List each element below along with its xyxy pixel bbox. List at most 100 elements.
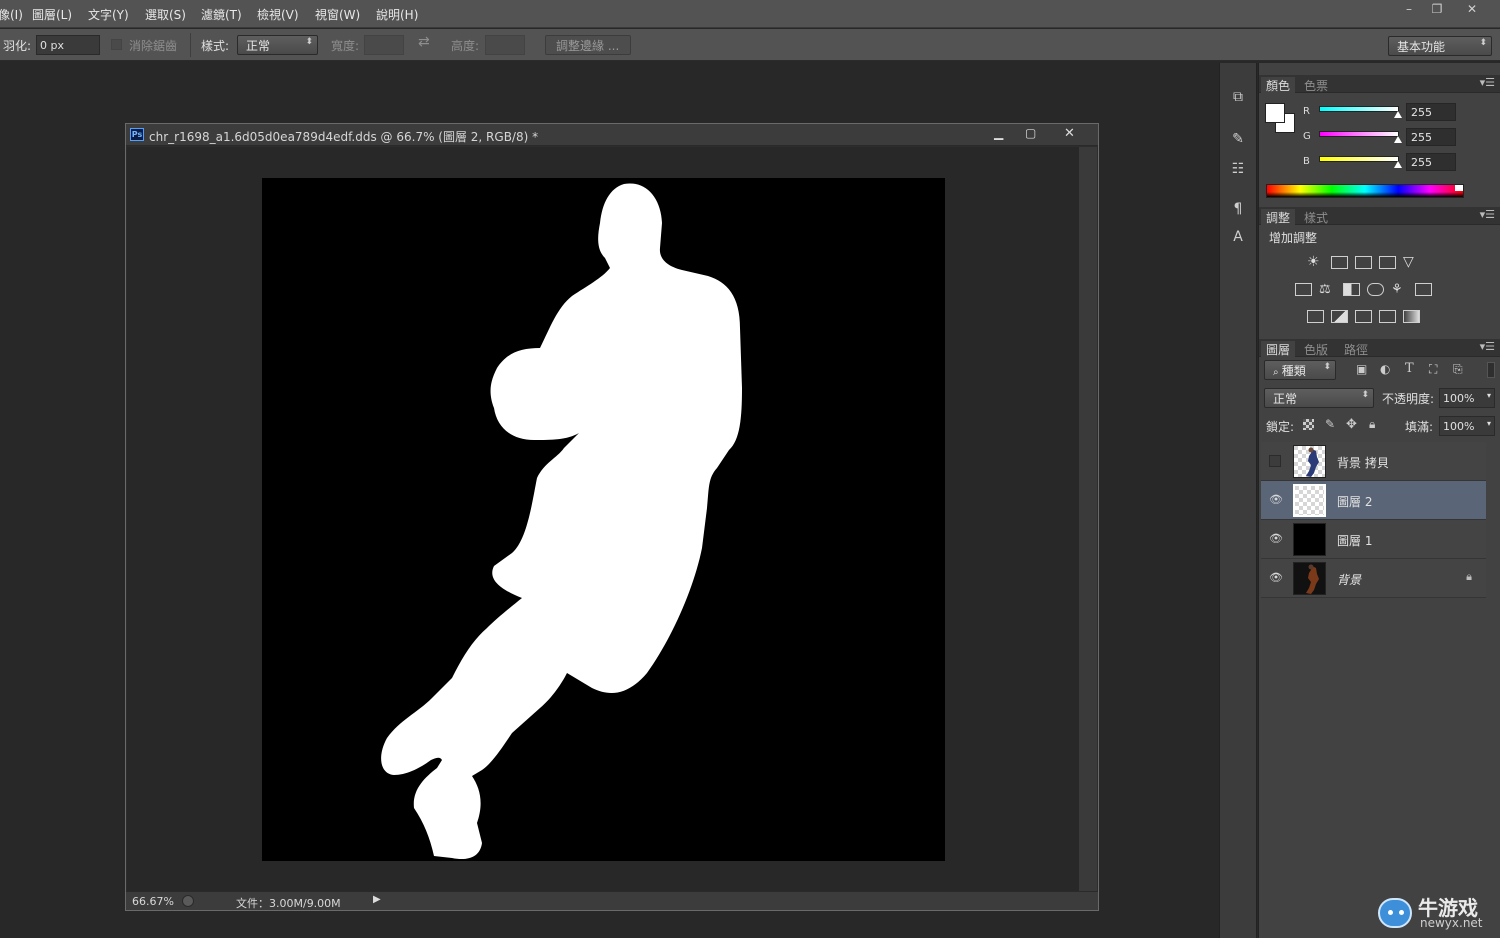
width-input[interactable] bbox=[364, 35, 404, 55]
layer-filter-kind-select[interactable]: ⌕ 種類 ⬍ bbox=[1264, 360, 1336, 380]
slider-thumb[interactable] bbox=[1394, 136, 1402, 143]
filter-shape-layers-icon[interactable]: ⛶ bbox=[1429, 362, 1437, 377]
menu-select[interactable]: 選取(S) bbox=[145, 6, 186, 23]
invert-icon[interactable] bbox=[1307, 310, 1324, 323]
status-info-icon[interactable] bbox=[182, 895, 194, 907]
menu-image[interactable]: 像(I) bbox=[0, 6, 23, 23]
height-input[interactable] bbox=[485, 35, 525, 55]
lock-position-icon[interactable]: ✥ bbox=[1346, 417, 1357, 432]
exposure-icon[interactable] bbox=[1379, 256, 1396, 269]
red-value-input[interactable]: 255 bbox=[1406, 103, 1456, 121]
canvas-area[interactable] bbox=[127, 147, 1079, 892]
color-balance-icon[interactable]: ⚖ bbox=[1319, 283, 1336, 296]
filter-smart-objects-icon[interactable]: ⎘ bbox=[1453, 362, 1463, 377]
app-close-button[interactable]: ✕ bbox=[1458, 0, 1486, 18]
tool-presets-icon[interactable]: ☷ bbox=[1228, 159, 1248, 179]
layers-panel-tabs: 圖層 色版 路徑 ▾☰ bbox=[1259, 339, 1500, 357]
status-menu-arrow-icon[interactable]: ▶ bbox=[373, 894, 381, 905]
filter-pixel-layers-icon[interactable]: ▣ bbox=[1356, 362, 1367, 376]
paragraph-icon[interactable]: ¶ bbox=[1228, 199, 1248, 219]
photo-filter-icon[interactable] bbox=[1367, 283, 1384, 296]
history-icon[interactable]: ⧉ bbox=[1228, 87, 1248, 107]
app-restore-button[interactable]: ❐ bbox=[1423, 0, 1451, 18]
gradient-map-icon[interactable] bbox=[1403, 310, 1420, 323]
menu-filter[interactable]: 濾鏡(T) bbox=[201, 6, 242, 23]
zoom-level[interactable]: 66.67% bbox=[132, 895, 174, 908]
color-lookup-icon[interactable] bbox=[1415, 283, 1432, 296]
blend-mode-select[interactable]: 正常 ⬍ bbox=[1264, 388, 1374, 408]
tab-adjustments[interactable]: 調整 bbox=[1261, 209, 1296, 225]
character-icon[interactable]: A bbox=[1228, 227, 1248, 247]
color-spectrum-bar[interactable] bbox=[1266, 184, 1464, 198]
style-select[interactable]: 正常 ⬍ bbox=[237, 35, 318, 55]
filter-toggle-switch[interactable] bbox=[1487, 362, 1495, 378]
brightness-contrast-icon[interactable]: ☀ bbox=[1307, 255, 1324, 269]
document-title-bar[interactable]: Ps chr_r1698_a1.6d05d0ea789d4edf.dds @ 6… bbox=[126, 124, 1098, 146]
vibrance-icon[interactable]: ▽ bbox=[1403, 255, 1420, 269]
lock-label: 鎖定: bbox=[1266, 420, 1295, 434]
antialias-checkbox[interactable] bbox=[111, 39, 122, 50]
layer-name: 圖層 1 bbox=[1337, 534, 1373, 548]
curves-icon[interactable] bbox=[1355, 256, 1372, 269]
hue-saturation-icon[interactable] bbox=[1295, 283, 1312, 296]
tab-paths[interactable]: 路徑 bbox=[1339, 341, 1373, 358]
tab-styles[interactable]: 樣式 bbox=[1299, 209, 1333, 226]
foreground-color-swatch[interactable] bbox=[1265, 103, 1285, 123]
blue-value-input[interactable]: 255 bbox=[1406, 153, 1456, 171]
filter-adjustment-layers-icon[interactable]: ◐ bbox=[1380, 362, 1390, 376]
layer-row[interactable]: 👁︎ 圖層 1 bbox=[1261, 520, 1486, 559]
tab-swatches[interactable]: 色票 bbox=[1299, 77, 1333, 94]
blue-slider[interactable] bbox=[1319, 156, 1402, 168]
green-slider[interactable] bbox=[1319, 131, 1402, 143]
eye-icon[interactable]: 👁︎ bbox=[1269, 532, 1283, 546]
black-white-icon[interactable] bbox=[1343, 283, 1360, 296]
menu-window[interactable]: 視窗(W) bbox=[315, 6, 360, 23]
opacity-input[interactable]: 100% ▾ bbox=[1439, 388, 1495, 408]
menu-type[interactable]: 文字(Y) bbox=[88, 6, 129, 23]
doc-close-button[interactable]: ✕ bbox=[1064, 126, 1075, 141]
app-minimize-button[interactable]: – bbox=[1395, 0, 1423, 18]
slider-thumb[interactable] bbox=[1394, 111, 1402, 118]
filter-type-layers-icon[interactable]: T bbox=[1405, 361, 1414, 376]
vertical-scrollbar[interactable] bbox=[1079, 147, 1097, 892]
menu-help[interactable]: 說明(H) bbox=[376, 6, 418, 23]
document-size: 文件：3.00M/9.00M bbox=[236, 897, 341, 910]
panel-menu-icon[interactable]: ▾☰ bbox=[1480, 340, 1495, 353]
layer-visibility-toggle[interactable] bbox=[1269, 455, 1281, 467]
eye-icon[interactable]: 👁︎ bbox=[1269, 493, 1283, 507]
add-adjustment-heading: 增加調整 bbox=[1269, 231, 1318, 245]
selective-color-icon[interactable] bbox=[1379, 310, 1396, 323]
red-slider[interactable] bbox=[1319, 106, 1402, 118]
swap-icon[interactable]: ⇄ bbox=[418, 34, 430, 50]
layer-row[interactable]: 背景 拷貝 bbox=[1261, 442, 1486, 481]
eye-icon[interactable]: 👁︎ bbox=[1269, 571, 1283, 585]
threshold-icon[interactable] bbox=[1355, 310, 1372, 323]
levels-icon[interactable] bbox=[1331, 256, 1348, 269]
slider-thumb[interactable] bbox=[1394, 161, 1402, 168]
panel-menu-icon[interactable]: ▾☰ bbox=[1480, 76, 1495, 89]
channel-mixer-icon[interactable]: ⚘ bbox=[1391, 283, 1408, 296]
lock-transparent-pixels-icon[interactable] bbox=[1303, 419, 1314, 430]
image-canvas[interactable] bbox=[262, 178, 945, 861]
menu-view[interactable]: 檢視(V) bbox=[257, 6, 299, 23]
brush-presets-icon[interactable]: ✎ bbox=[1228, 129, 1248, 149]
panel-menu-icon[interactable]: ▾☰ bbox=[1480, 208, 1495, 221]
tab-color[interactable]: 顏色 bbox=[1261, 77, 1296, 93]
doc-maximize-button[interactable]: ▢ bbox=[1025, 126, 1036, 140]
tab-layers[interactable]: 圖層 bbox=[1261, 341, 1296, 357]
doc-minimize-button[interactable]: ▁ bbox=[994, 126, 1003, 140]
layer-row[interactable]: 👁︎ 背景 🔒︎ bbox=[1261, 559, 1486, 598]
feather-input[interactable]: 0 px bbox=[36, 35, 100, 55]
filter-search-icon: ⌕ bbox=[1273, 367, 1282, 378]
menu-bar: 像(I) 圖層(L) 文字(Y) 選取(S) 濾鏡(T) 檢視(V) 視窗(W)… bbox=[0, 0, 1500, 28]
tab-channels[interactable]: 色版 bbox=[1299, 341, 1333, 358]
fill-input[interactable]: 100% ▾ bbox=[1439, 416, 1495, 436]
green-value-input[interactable]: 255 bbox=[1406, 128, 1456, 146]
workspace-select[interactable]: 基本功能 ⬍ bbox=[1388, 36, 1492, 56]
posterize-icon[interactable] bbox=[1331, 310, 1348, 323]
menu-layer[interactable]: 圖層(L) bbox=[32, 6, 72, 23]
lock-image-pixels-icon[interactable]: ✎ bbox=[1325, 417, 1335, 431]
layer-row[interactable]: 👁︎ 圖層 2 bbox=[1261, 481, 1486, 520]
refine-edge-button[interactable]: 調整邊緣 ... bbox=[545, 35, 631, 55]
lock-all-icon[interactable]: 🔒︎ bbox=[1369, 417, 1375, 432]
